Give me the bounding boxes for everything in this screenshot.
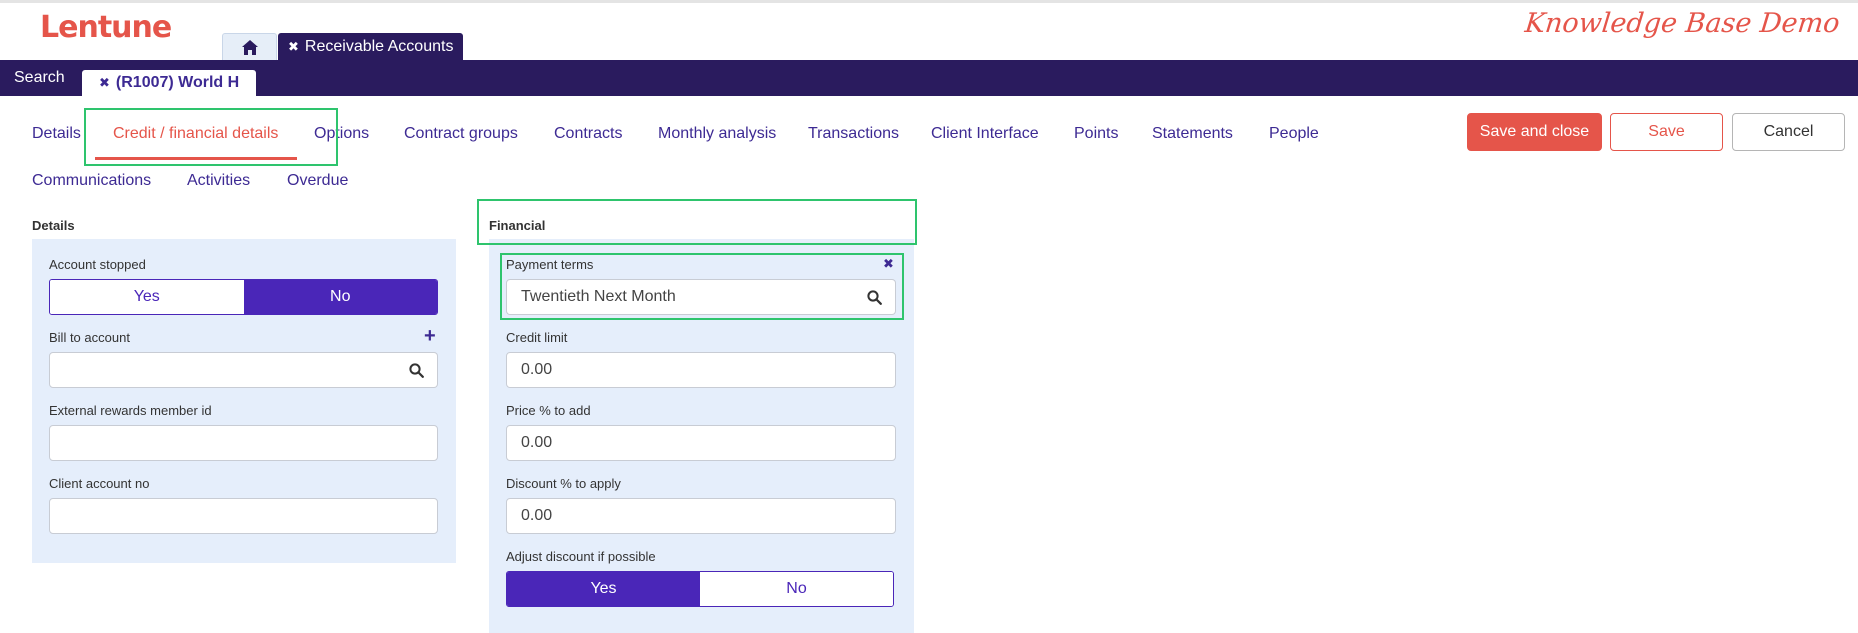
- account-stopped-no[interactable]: No: [243, 280, 437, 314]
- price-pct-label: Price % to add: [506, 403, 591, 418]
- external-rewards-label: External rewards member id: [49, 403, 212, 418]
- tab-credit-financial-details[interactable]: Credit / financial details: [113, 125, 278, 143]
- close-icon[interactable]: ✖: [288, 39, 299, 55]
- details-section-title: Details: [32, 218, 75, 233]
- navbar: Search: [0, 60, 1858, 96]
- payment-terms-search-button[interactable]: [854, 279, 896, 315]
- tab-details[interactable]: Details: [32, 125, 81, 143]
- app-tab-label: Receivable Accounts: [304, 38, 454, 55]
- account-stopped-yes[interactable]: Yes: [50, 280, 244, 314]
- price-pct-input[interactable]: 0.00: [506, 425, 896, 461]
- credit-limit-input[interactable]: 0.00: [506, 352, 896, 388]
- record-tab-label: (R1007) World H: [115, 74, 240, 91]
- adjust-discount-label: Adjust discount if possible: [506, 549, 656, 564]
- app-logo: Lentune: [40, 10, 172, 45]
- record-tab[interactable]: ✖ (R1007) World H: [82, 70, 257, 96]
- search-icon: [408, 362, 424, 378]
- save-and-close-button[interactable]: Save and close: [1467, 113, 1602, 151]
- kb-demo-label: Knowledge Base Demo: [1523, 8, 1842, 39]
- search-icon: [867, 289, 882, 305]
- tab-options[interactable]: Options: [314, 125, 369, 143]
- tab-points[interactable]: Points: [1074, 125, 1118, 143]
- tab-transactions[interactable]: Transactions: [808, 125, 899, 143]
- account-stopped-toggle: Yes No: [49, 279, 438, 315]
- account-stopped-label: Account stopped: [49, 257, 146, 272]
- tab-activities[interactable]: Activities: [187, 172, 250, 190]
- cancel-button[interactable]: Cancel: [1732, 113, 1845, 151]
- tab-client-interface[interactable]: Client Interface: [931, 125, 1039, 143]
- tab-overdue[interactable]: Overdue: [287, 172, 348, 190]
- tab-monthly-analysis[interactable]: Monthly analysis: [658, 125, 776, 143]
- tab-contract-groups[interactable]: Contract groups: [404, 125, 518, 143]
- close-icon[interactable]: ✖: [99, 75, 110, 91]
- client-account-no-label: Client account no: [49, 476, 150, 491]
- financial-section-title: Financial: [489, 218, 546, 233]
- bill-to-account-search-button[interactable]: [395, 352, 438, 388]
- home-tab[interactable]: [222, 33, 277, 61]
- app-tab-receivable-accounts[interactable]: ✖ Receivable Accounts: [278, 33, 464, 61]
- tab-communications[interactable]: Communications: [32, 172, 151, 190]
- payment-terms-label: Payment terms: [506, 257, 594, 272]
- nav-search-link[interactable]: Search: [14, 69, 65, 87]
- bill-to-account-label: Bill to account: [49, 330, 130, 345]
- adjust-discount-no[interactable]: No: [700, 572, 893, 606]
- top-rule: [0, 0, 1858, 3]
- tab-contracts[interactable]: Contracts: [554, 125, 622, 143]
- tab-statements[interactable]: Statements: [1152, 125, 1233, 143]
- external-rewards-input[interactable]: [49, 425, 438, 461]
- tab-people[interactable]: People: [1269, 125, 1319, 143]
- bill-to-account-input[interactable]: [49, 352, 396, 388]
- discount-pct-input[interactable]: 0.00: [506, 498, 896, 534]
- add-icon[interactable]: +: [424, 326, 436, 346]
- home-icon: [241, 40, 258, 55]
- adjust-discount-yes[interactable]: Yes: [507, 572, 700, 606]
- active-tab-indicator: [95, 157, 297, 160]
- adjust-discount-toggle: Yes No: [506, 571, 894, 607]
- save-button[interactable]: Save: [1610, 113, 1723, 151]
- credit-limit-label: Credit limit: [506, 330, 568, 345]
- payment-terms-input[interactable]: Twentieth Next Month: [506, 279, 855, 315]
- clear-icon[interactable]: ✖: [883, 256, 894, 272]
- client-account-no-input[interactable]: [49, 498, 438, 534]
- discount-pct-label: Discount % to apply: [506, 476, 621, 491]
